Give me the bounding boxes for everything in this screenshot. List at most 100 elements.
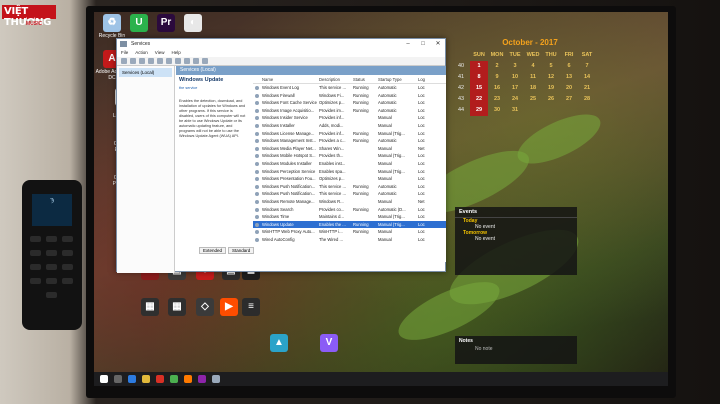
- table-row[interactable]: Windows Font Cache Service Optimizes p...…: [253, 99, 446, 107]
- table-row[interactable]: Windows Firewall Windows Fi... Running Auto…: [253, 92, 446, 100]
- services-taskbar-icon[interactable]: [212, 375, 220, 383]
- calendar-day[interactable]: 20: [560, 83, 578, 94]
- table-row[interactable]: Windows Update Enables the ... Running Manu…: [253, 220, 446, 229]
- minimize-button[interactable]: –: [401, 39, 415, 49]
- table-row[interactable]: Windows Presentation Fou... Optimizes p..…: [253, 175, 446, 183]
- calendar-day[interactable]: 4: [524, 61, 542, 72]
- forward-icon[interactable]: [130, 58, 136, 64]
- app-icon[interactable]: [198, 375, 206, 383]
- table-cell: Optimizes p...: [319, 176, 345, 182]
- calendar-day[interactable]: 5: [542, 61, 560, 72]
- refresh-icon[interactable]: [157, 58, 163, 64]
- calendar-day[interactable]: 6: [560, 61, 578, 72]
- table-row[interactable]: Windows Image Acquisitio... Provides im..…: [253, 107, 446, 115]
- back-icon[interactable]: [121, 58, 127, 64]
- calendar-day[interactable]: 16: [488, 83, 506, 94]
- services-window[interactable]: Services – □ ✕ File Action View Help Ser…: [116, 38, 446, 273]
- calendar-day[interactable]: 31: [506, 105, 524, 116]
- maximize-button[interactable]: □: [416, 39, 430, 49]
- calendar-day[interactable]: 7: [578, 61, 596, 72]
- chrome-icon[interactable]: [156, 375, 164, 383]
- table-row[interactable]: Wired AutoConfig The Wired ... Manual Loc: [253, 236, 446, 244]
- calendar-day[interactable]: 27: [560, 94, 578, 105]
- desktop-icon[interactable]: ≡: [234, 298, 268, 317]
- app-icon[interactable]: [184, 375, 192, 383]
- calendar-day[interactable]: 29: [470, 105, 488, 116]
- tab-standard[interactable]: Standard: [228, 247, 255, 254]
- calendar-day[interactable]: 11: [524, 72, 542, 83]
- calendar-day[interactable]: 15: [470, 83, 488, 94]
- desktop-icon[interactable]: V: [312, 334, 346, 353]
- properties-icon[interactable]: [148, 58, 154, 64]
- menu-action[interactable]: Action: [135, 49, 148, 57]
- calendar-day[interactable]: 13: [560, 72, 578, 83]
- calendar-day[interactable]: 22: [470, 94, 488, 105]
- menu-file[interactable]: File: [121, 49, 128, 57]
- table-row[interactable]: Windows Installer Adds, modi... Manual Loc: [253, 122, 446, 130]
- col-status[interactable]: Status: [353, 76, 378, 83]
- calendar-day[interactable]: 21: [578, 83, 596, 94]
- calendar-day[interactable]: [578, 105, 596, 116]
- calendar-day[interactable]: 9: [488, 72, 506, 83]
- calendar-day[interactable]: 10: [506, 72, 524, 83]
- menu-help[interactable]: Help: [171, 49, 180, 57]
- table-cell: Loc: [418, 229, 425, 235]
- table-row[interactable]: Windows Mobile Hotspot S... Provides th..…: [253, 152, 446, 160]
- table-row[interactable]: Windows Perception Service Enables spa...…: [253, 168, 446, 176]
- close-button[interactable]: ✕: [431, 39, 445, 49]
- table-row[interactable]: Windows Media Player Net... Shares Win...…: [253, 145, 446, 153]
- tab-extended[interactable]: Extended: [199, 247, 227, 254]
- app-icon[interactable]: [170, 375, 178, 383]
- calendar-day[interactable]: 8: [470, 72, 488, 83]
- calendar-day[interactable]: 2: [488, 61, 506, 72]
- service-action-link[interactable]: the service: [179, 86, 249, 91]
- table-row[interactable]: Windows Management Inst... Provides a c..…: [253, 137, 446, 145]
- desktop-icon[interactable]: ◐: [176, 14, 210, 33]
- table-row[interactable]: Windows Insider Service Provides inf... Ma…: [253, 114, 446, 122]
- table-row[interactable]: Windows Time Maintains d... Manual (Trig..…: [253, 213, 446, 221]
- calendar-day[interactable]: 28: [578, 94, 596, 105]
- start-icon[interactable]: [100, 375, 108, 383]
- col-description[interactable]: Description: [319, 76, 353, 83]
- table-row[interactable]: Windows Remote Manage... Windows R... Manu…: [253, 198, 446, 206]
- table-row[interactable]: WinHTTP Web Proxy Auto... WinHTTP i... Run…: [253, 228, 446, 236]
- edge-icon[interactable]: [128, 375, 136, 383]
- calendar-day[interactable]: [542, 105, 560, 116]
- calendar-day[interactable]: 12: [542, 72, 560, 83]
- col-name[interactable]: Name: [253, 76, 319, 83]
- calendar-day[interactable]: 19: [542, 83, 560, 94]
- col-startup[interactable]: Startup Type: [378, 76, 418, 83]
- folder-icon[interactable]: [142, 375, 150, 383]
- play-icon[interactable]: [175, 58, 181, 64]
- stop-icon[interactable]: [184, 58, 190, 64]
- calendar-day[interactable]: 30: [488, 105, 506, 116]
- up-icon[interactable]: [139, 58, 145, 64]
- calendar-day[interactable]: 25: [524, 94, 542, 105]
- calendar-day[interactable]: 17: [506, 83, 524, 94]
- calendar-day[interactable]: [524, 105, 542, 116]
- calendar-day[interactable]: 14: [578, 72, 596, 83]
- search-icon[interactable]: [114, 375, 122, 383]
- table-row[interactable]: Windows Modules Installer Enables inst...…: [253, 160, 446, 168]
- calendar-day[interactable]: [560, 105, 578, 116]
- help-icon[interactable]: [166, 58, 172, 64]
- calendar-day[interactable]: 18: [524, 83, 542, 94]
- menu-view[interactable]: View: [155, 49, 165, 57]
- col-logon[interactable]: Log: [418, 76, 446, 83]
- table-row[interactable]: Windows Push Notification... This service…: [253, 190, 446, 198]
- window-title-bar[interactable]: Services – □ ✕: [117, 39, 445, 49]
- table-row[interactable]: Windows Search Provides co... Running Autom…: [253, 206, 446, 214]
- table-row[interactable]: Windows Push Notification... This service…: [253, 183, 446, 191]
- desktop-icon[interactable]: ▲: [262, 334, 296, 353]
- calendar-day[interactable]: 3: [506, 61, 524, 72]
- restart-icon[interactable]: [202, 58, 208, 64]
- calendar-day[interactable]: 26: [542, 94, 560, 105]
- tree-node-services-local[interactable]: Services (Local): [119, 68, 172, 77]
- calendar-day[interactable]: 23: [488, 94, 506, 105]
- table-row[interactable]: Windows License Manage... Provides inf...…: [253, 130, 446, 138]
- calendar-day[interactable]: 1: [470, 61, 488, 72]
- table-row[interactable]: Windows Event Log This service ... Running…: [253, 84, 446, 92]
- calendar-day[interactable]: 24: [506, 94, 524, 105]
- pause-icon[interactable]: [193, 58, 199, 64]
- table-cell: WinHTTP i...: [319, 229, 343, 235]
